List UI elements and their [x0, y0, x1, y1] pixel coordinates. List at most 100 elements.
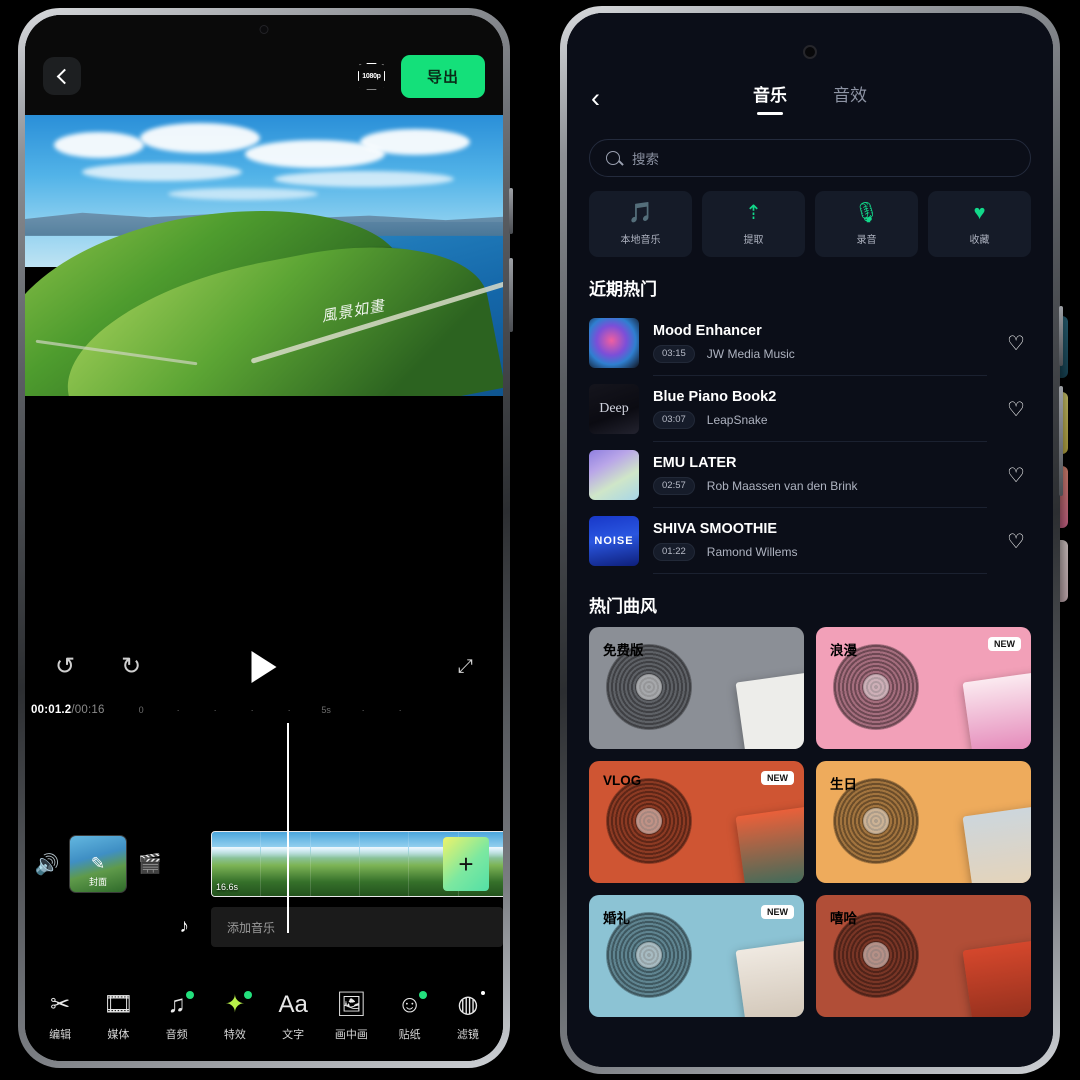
album-art: [589, 318, 639, 368]
song-row[interactable]: Mood Enhancer 03:15 JW Media Music ♡: [589, 310, 1031, 376]
album-sleeve: [735, 806, 804, 883]
album-art: NOISE: [589, 516, 639, 566]
timeline-time: 00:01.2/00:16: [31, 704, 105, 716]
vinyl-icon: [606, 778, 693, 865]
tab-filter-label: 滤镜: [456, 1029, 479, 1041]
favorite-icon[interactable]: ♡: [1001, 529, 1031, 554]
search-input[interactable]: 搜索: [632, 148, 659, 168]
phone-right-volume-button: [1059, 386, 1063, 496]
badge-dot: [481, 991, 485, 995]
category-record-label: 录音: [856, 235, 877, 246]
speaker-icon[interactable]: 🔊: [25, 852, 69, 877]
ruler-tick: ·: [250, 705, 254, 715]
tab-effects-label: 特效: [223, 1029, 246, 1041]
badge-dot: [418, 991, 427, 999]
song-title: Mood Enhancer: [653, 322, 762, 339]
category-record[interactable]: 🎙 录音: [815, 191, 918, 257]
tab-sticker-label: 贴纸: [398, 1029, 421, 1041]
status-bar: [567, 13, 1053, 67]
favorite-icon[interactable]: ♡: [1001, 463, 1031, 488]
song-duration: 03:07: [653, 410, 695, 429]
extract-icon: ⇡: [745, 202, 762, 224]
add-clip-button[interactable]: +: [443, 837, 489, 891]
clapper-icon[interactable]: 🎬: [127, 852, 173, 876]
favorite-icon[interactable]: ♡: [1001, 397, 1031, 422]
quality-button[interactable]: 1080p: [358, 63, 385, 90]
timeline[interactable]: 🔊 ✎ 封面 🎬 16.6s + ♪ 添加音乐: [25, 723, 503, 973]
song-artist: LeapSnake: [706, 412, 768, 427]
genre-card[interactable]: 婚礼 NEW: [589, 895, 804, 1017]
play-button[interactable]: [251, 651, 277, 683]
genre-card[interactable]: 生日: [816, 761, 1031, 883]
genre-card[interactable]: VLOG NEW: [589, 761, 804, 883]
album-sleeve: [962, 806, 1031, 883]
phone-left-side-button: [509, 188, 513, 234]
playback-controls: ↺ ↻ ⤢: [25, 637, 503, 697]
album-sleeve: [962, 940, 1031, 1017]
song-artist: Ramond Willems: [706, 544, 798, 559]
category-row: 🎵 本地音乐 ⇡ 提取 🎙 录音 ♥ 收藏: [567, 177, 1053, 257]
category-favorites[interactable]: ♥ 收藏: [928, 191, 1031, 257]
song-artist: JW Media Music: [706, 346, 795, 361]
music-content-scroll[interactable]: 近期热门 Mood Enhancer 03:15 JW Media Music …: [567, 257, 1053, 1067]
genre-label: 生日: [830, 777, 857, 792]
timeline-ruler[interactable]: 0 · · · · 5s · ·: [123, 697, 497, 723]
cover-thumbnail[interactable]: ✎ 封面: [69, 835, 127, 893]
music-back-button[interactable]: ‹: [591, 84, 600, 112]
genre-label: 嘻哈: [830, 911, 857, 926]
tab-audio[interactable]: ♫ 音频: [148, 991, 206, 1042]
front-camera-icon: [803, 45, 817, 59]
video-editor-screen: 1080p 导出 風景如畫 ↺ ↻ ⤢ 00:01.2/00:16 0 · · …: [25, 15, 503, 1061]
editor-spacer: [25, 396, 503, 637]
tab-sound-effects[interactable]: 音效: [833, 81, 867, 115]
add-music-track[interactable]: 添加音乐: [211, 907, 503, 947]
quality-label: 1080p: [362, 72, 381, 80]
music-note-icon[interactable]: ♪: [25, 916, 211, 938]
song-duration: 03:15: [653, 344, 695, 363]
song-duration: 02:57: [653, 476, 695, 495]
playhead[interactable]: [287, 723, 289, 933]
preview-frame-image: 風景如畫: [25, 115, 503, 396]
phone-right-side-button: [1059, 306, 1063, 366]
ruler-tick: ·: [176, 705, 180, 715]
ruler-tick: ·: [361, 705, 365, 715]
text-aa-icon: Aa: [278, 991, 308, 1018]
favorite-icon[interactable]: ♡: [1001, 331, 1031, 356]
genre-card[interactable]: 免费版: [589, 627, 804, 749]
fullscreen-icon[interactable]: ⤢: [458, 656, 473, 678]
tab-music[interactable]: 音乐: [753, 81, 787, 115]
editor-back-button[interactable]: [43, 57, 81, 95]
tab-text[interactable]: Aa 文字: [264, 992, 322, 1042]
song-row[interactable]: NOISE SHIVA SMOOTHIE 01:22 Ramond Willem…: [589, 508, 1031, 574]
genre-card[interactable]: 浪漫 NEW: [816, 627, 1031, 749]
category-local-music[interactable]: 🎵 本地音乐: [589, 191, 692, 257]
genre-card[interactable]: 嘻哈: [816, 895, 1031, 1017]
film-icon: 🎞: [103, 991, 134, 1018]
filter-icon: ◍: [457, 991, 479, 1018]
sparkle-icon: ✦: [224, 991, 245, 1018]
export-button[interactable]: 导出: [400, 54, 485, 98]
redo-icon[interactable]: ↻: [121, 655, 141, 679]
tab-media[interactable]: 🎞 媒体: [89, 992, 147, 1042]
genre-grid: 免费版 浪漫 NEW VLOG NEW 生日 婚礼 NEW 嘻哈: [589, 627, 1031, 1017]
song-row[interactable]: EMU LATER 02:57 Rob Maassen van den Brin…: [589, 442, 1031, 508]
tab-edit[interactable]: ✂ 编辑: [31, 992, 89, 1042]
undo-icon[interactable]: ↺: [55, 655, 75, 679]
album-art: Deep: [589, 384, 639, 434]
tab-effects[interactable]: ✦ 特效: [206, 991, 264, 1042]
new-badge: NEW: [761, 905, 794, 919]
phone-left-volume-button: [509, 258, 513, 332]
video-preview[interactable]: 風景如畫: [25, 115, 503, 396]
tab-pip[interactable]: 🖼 画中画: [322, 992, 380, 1042]
song-row[interactable]: Deep Blue Piano Book2 03:07 LeapSnake ♡: [589, 376, 1031, 442]
pip-icon: 🖼: [336, 991, 367, 1018]
search-bar[interactable]: 搜索: [589, 139, 1031, 177]
tab-sticker[interactable]: ☺ 贴纸: [381, 991, 439, 1042]
genre-label: 婚礼: [603, 911, 630, 926]
tab-filter[interactable]: ◍ 滤镜: [439, 991, 497, 1042]
category-extract[interactable]: ⇡ 提取: [702, 191, 805, 257]
tab-pip-label: 画中画: [334, 1029, 368, 1041]
tab-edit-label: 编辑: [49, 1029, 72, 1041]
genres-section-title: 热门曲风: [589, 597, 657, 616]
timeline-header: 00:01.2/00:16 0 · · · · 5s · ·: [25, 697, 503, 723]
